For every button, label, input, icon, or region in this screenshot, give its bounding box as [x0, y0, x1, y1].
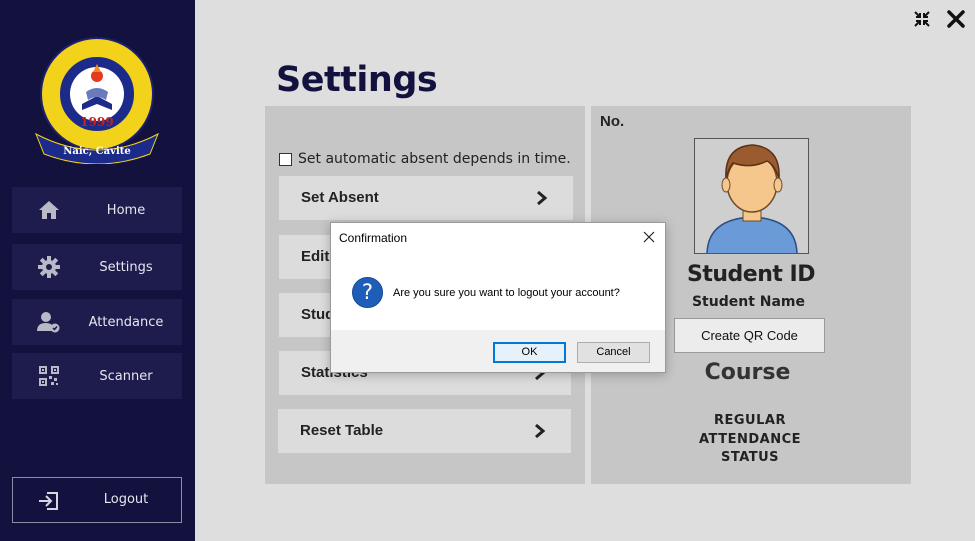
- auto-absent-checkbox[interactable]: Set automatic absent depends in time.: [279, 151, 571, 167]
- sidebar-item-label: Scanner: [99, 368, 153, 384]
- status-line: STATUS: [720, 450, 780, 465]
- dialog-close-button[interactable]: [641, 229, 657, 245]
- sidebar-item-attendance[interactable]: Attendance: [12, 299, 182, 345]
- option-label: Edit: [301, 248, 330, 265]
- logout-label: Logout: [103, 492, 149, 507]
- school-logo: 1999 Naic, Cavite: [34, 34, 160, 165]
- confirmation-dialog: Confirmation ? Are you sure you want to …: [330, 222, 666, 373]
- page-title: Settings: [276, 60, 438, 100]
- sidebar-item-settings[interactable]: Settings: [12, 244, 182, 290]
- avatar: [694, 138, 809, 254]
- sidebar-item-label: Settings: [99, 259, 153, 275]
- reset-table-button[interactable]: Reset Table: [278, 409, 571, 453]
- auto-absent-label: Set automatic absent depends in time.: [298, 151, 571, 167]
- logo-year-text: 1999: [80, 115, 113, 129]
- option-label: Reset Table: [300, 422, 384, 439]
- ok-button[interactable]: OK: [493, 342, 566, 363]
- close-icon: [947, 10, 965, 28]
- user-avatar-icon: [706, 144, 798, 253]
- option-label: Set Absent: [301, 189, 379, 206]
- qr-code-icon: [36, 365, 62, 387]
- attendance-status: REGULAR ATTENDANCE STATUS: [591, 412, 909, 468]
- minimize-window-button[interactable]: [911, 8, 933, 30]
- status-line: ATTENDANCE: [699, 431, 801, 447]
- student-no-label: No.: [600, 113, 625, 130]
- logout-icon: [37, 490, 63, 512]
- sidebar: 1999 Naic, Cavite Home Settings Attendan…: [0, 0, 195, 541]
- sidebar-item-scanner[interactable]: Scanner: [12, 353, 182, 399]
- sidebar-item-home[interactable]: Home: [12, 187, 182, 233]
- chevron-right-icon: [535, 190, 549, 206]
- close-window-button[interactable]: [945, 8, 967, 30]
- user-check-icon: [36, 311, 62, 333]
- create-qr-code-button[interactable]: Create QR Code: [674, 318, 825, 353]
- dialog-title: Confirmation: [339, 231, 408, 245]
- close-icon: [643, 231, 655, 243]
- checkbox-box[interactable]: [279, 152, 292, 166]
- set-absent-button[interactable]: Set Absent: [279, 176, 573, 220]
- collapse-icon: [914, 11, 930, 27]
- home-icon: [36, 199, 62, 221]
- cancel-button[interactable]: Cancel: [577, 342, 650, 363]
- dialog-footer: OK Cancel: [331, 330, 665, 372]
- chevron-right-icon: [533, 423, 547, 439]
- status-line: REGULAR: [714, 413, 786, 428]
- sidebar-item-label: Attendance: [88, 314, 164, 330]
- sidebar-item-label: Home: [106, 202, 146, 218]
- logout-button[interactable]: Logout: [12, 477, 182, 523]
- dialog-message: Are you sure you want to logout your acc…: [393, 287, 620, 299]
- gear-icon: [36, 256, 62, 278]
- question-icon: ?: [352, 277, 383, 308]
- logo-ribbon-text: Naic, Cavite: [63, 146, 131, 157]
